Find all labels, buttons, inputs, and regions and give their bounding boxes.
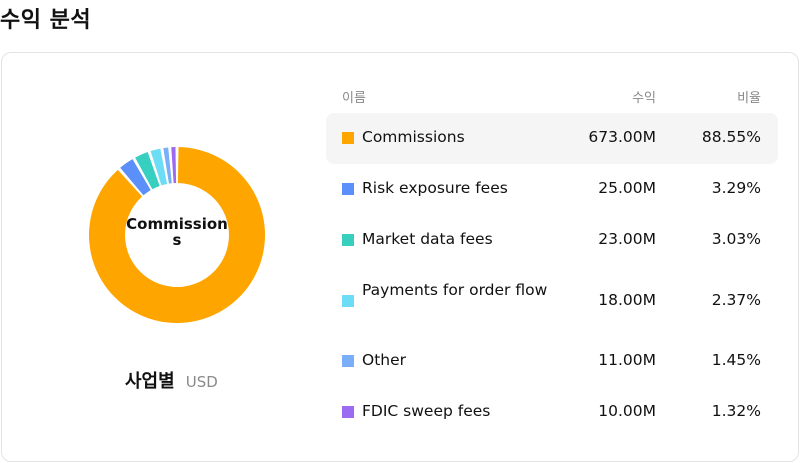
- row-percent: 88.55%: [701, 128, 761, 146]
- row-percent: 3.29%: [711, 179, 761, 197]
- table-header: 이름 수익 비율: [326, 53, 778, 113]
- row-name: Commissions: [362, 128, 465, 146]
- row-revenue: 11.00M: [598, 351, 656, 369]
- row-percent: 2.37%: [711, 291, 761, 309]
- row-revenue: 673.00M: [588, 128, 656, 146]
- header-name: 이름: [342, 91, 366, 106]
- table-row[interactable]: Commissions 673.00M 88.55%: [326, 113, 778, 164]
- segment-label: 사업별: [125, 371, 175, 392]
- header-percent: 비율: [737, 91, 761, 106]
- legend-swatch: [342, 355, 354, 367]
- row-revenue: 25.00M: [598, 179, 656, 197]
- chart-area: Commissions 사업별 USD: [2, 53, 322, 461]
- chart-footer: 사업별 USD: [125, 367, 218, 393]
- legend-swatch: [342, 406, 354, 418]
- row-revenue: 18.00M: [598, 291, 656, 309]
- donut-slice-fdic-sweep-fees[interactable]: [171, 147, 177, 184]
- legend-swatch: [342, 132, 354, 144]
- row-name: FDIC sweep fees: [362, 402, 491, 420]
- table-row[interactable]: Other 11.00M 1.45%: [326, 336, 778, 387]
- row-name: Payments for order flow: [362, 281, 548, 299]
- table-row[interactable]: Market data fees 23.00M 3.03%: [326, 215, 778, 266]
- page-title: 수익 분석: [0, 8, 92, 33]
- row-percent: 1.45%: [711, 351, 761, 369]
- table-row[interactable]: Risk exposure fees 25.00M 3.29%: [326, 164, 778, 215]
- row-percent: 3.03%: [711, 230, 761, 248]
- legend-swatch: [342, 183, 354, 195]
- row-percent: 1.32%: [711, 402, 761, 420]
- header-revenue: 수익: [632, 91, 656, 106]
- currency-unit: USD: [185, 373, 218, 391]
- row-name: Other: [362, 351, 407, 369]
- revenue-analysis-card: Commissions 사업별 USD 이름 수익 비율 Commissions…: [1, 52, 799, 462]
- row-name: Market data fees: [362, 230, 493, 248]
- donut-center-label: Commissions: [126, 215, 228, 249]
- revenue-table: 이름 수익 비율 Commissions 673.00M 88.55% Risk…: [326, 53, 778, 438]
- row-revenue: 23.00M: [598, 230, 656, 248]
- table-row[interactable]: Payments for order flow 18.00M 2.37%: [326, 266, 778, 336]
- row-revenue: 10.00M: [598, 402, 656, 420]
- legend-swatch: [342, 234, 354, 246]
- table-row[interactable]: FDIC sweep fees 10.00M 1.32%: [326, 387, 778, 438]
- row-name: Risk exposure fees: [362, 179, 508, 197]
- legend-swatch: [342, 295, 354, 307]
